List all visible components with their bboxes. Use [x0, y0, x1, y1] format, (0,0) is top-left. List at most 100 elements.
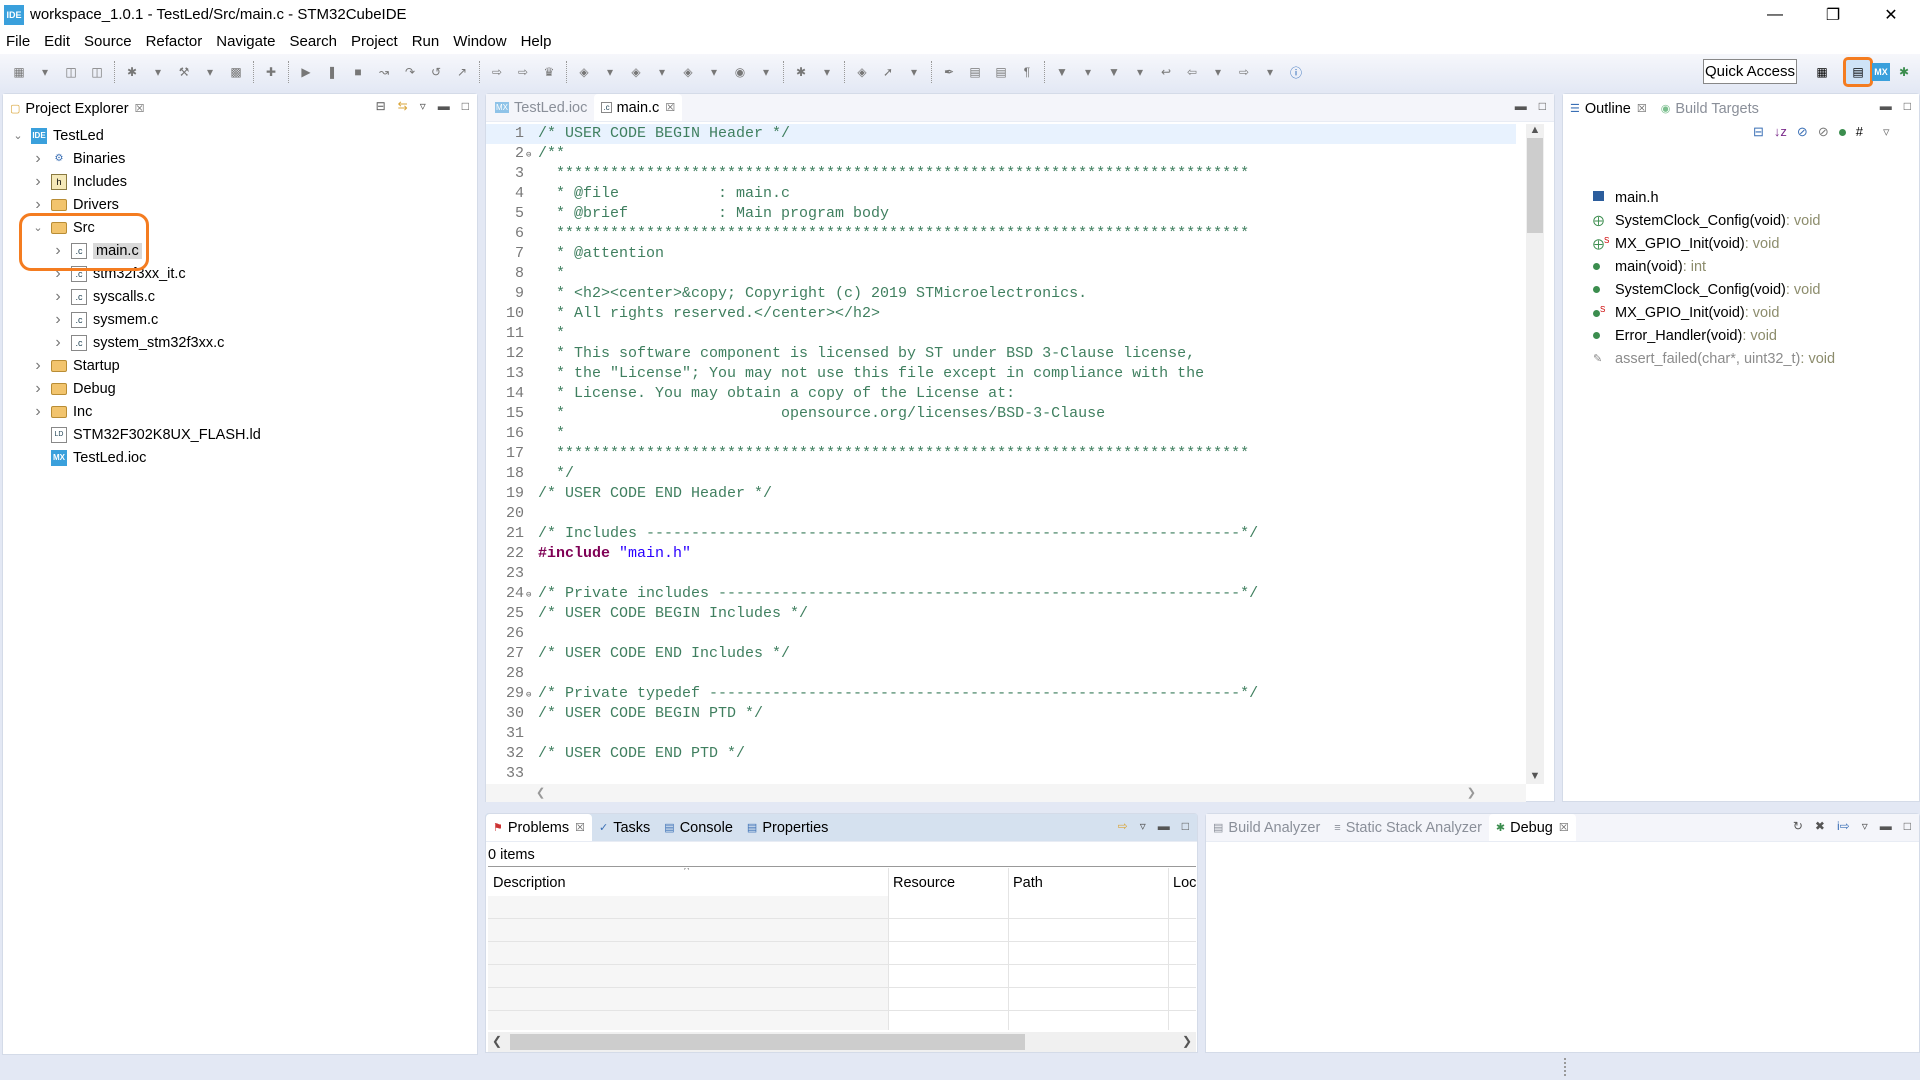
minimize-icon[interactable]: ▬ — [438, 99, 450, 113]
menu-file[interactable]: File — [6, 33, 30, 50]
toolbar-icon-9[interactable]: ▩ — [227, 63, 245, 81]
column-header-description[interactable]: Description — [493, 875, 566, 891]
menu-window[interactable]: Window — [453, 33, 506, 50]
toolbar-icon-39[interactable]: ▾ — [905, 63, 923, 81]
tab-main-c[interactable]: .c main.c ☒ — [594, 94, 683, 121]
scroll-thumb[interactable] — [510, 1034, 1025, 1050]
close-icon[interactable]: ☒ — [1559, 821, 1569, 834]
scroll-thumb[interactable] — [1527, 138, 1543, 233]
toolbar-icon-49[interactable]: ▾ — [1131, 63, 1149, 81]
outline-item[interactable]: ✎ assert_failed(char*, uint32_t) : void — [1593, 347, 1835, 370]
outline-item[interactable]: main(void) : int — [1593, 255, 1706, 278]
tab-outline[interactable]: ☰ Outline ☒ — [1563, 95, 1654, 122]
menu-navigate[interactable]: Navigate — [216, 33, 275, 50]
toolbar-icon-35[interactable]: ▾ — [818, 63, 836, 81]
toolbar-icon-31[interactable]: ◉ — [731, 63, 749, 81]
menu-refactor[interactable]: Refactor — [146, 33, 203, 50]
focus-icon[interactable]: ⇨ — [1118, 819, 1128, 833]
toolbar-icon-38[interactable]: ➚ — [879, 63, 897, 81]
hide-macros-icon[interactable]: # — [1856, 124, 1863, 140]
minimize-icon[interactable]: ▬ — [1515, 99, 1527, 113]
toolbar-icon-2[interactable]: ◫ — [62, 63, 80, 81]
toolbar-icon-13[interactable]: ▶ — [297, 63, 315, 81]
outline-item[interactable]: ⨁ SystemClock_Config(void) : void — [1593, 209, 1821, 232]
toolbar-icon-37[interactable]: ◈ — [853, 63, 871, 81]
tab-static-stack-analyzer[interactable]: ≡ Static Stack Analyzer — [1327, 814, 1489, 841]
column-header-path[interactable]: Path — [1013, 875, 1043, 891]
chevron-right-icon[interactable]: › — [51, 311, 65, 329]
chevron-right-icon[interactable]: › — [51, 334, 65, 352]
close-icon[interactable]: ☒ — [575, 821, 585, 834]
hide-static-icon[interactable]: ⊘ — [1818, 124, 1829, 140]
column-header-loc[interactable]: Loc — [1173, 875, 1196, 891]
tab-debug[interactable]: ✱ Debug ☒ — [1488, 814, 1576, 841]
tree-item-debug[interactable]: › Debug — [31, 377, 115, 400]
toolbar-icon-52[interactable]: ▾ — [1209, 63, 1227, 81]
open-perspective-icon[interactable]: ▦ — [1810, 60, 1834, 84]
toolbar-icon-3[interactable]: ◫ — [88, 63, 106, 81]
toolbar-icon-18[interactable]: ↺ — [427, 63, 445, 81]
tree-item-stm32f302k8ux-flash-ld[interactable]: LD STM32F302K8UX_FLASH.ld — [31, 423, 261, 446]
step-filter-icon[interactable]: i⇨ — [1837, 819, 1850, 833]
toolbar-icon-11[interactable]: ✚ — [262, 63, 280, 81]
toolbar-icon-16[interactable]: ↝ — [375, 63, 393, 81]
tab-build-analyzer[interactable]: ▤ Build Analyzer — [1206, 814, 1327, 841]
fold-icon[interactable]: ⊖ — [526, 685, 538, 705]
chevron-right-icon[interactable]: › — [51, 288, 65, 306]
horizontal-scrollbar[interactable]: ❮ ❯ — [486, 784, 1526, 802]
toolbar-icon-47[interactable]: ▾ — [1079, 63, 1097, 81]
toolbar-icon-0[interactable]: ▦ — [10, 63, 28, 81]
menu-run[interactable]: Run — [412, 33, 440, 50]
toolbar-icon-48[interactable]: ▼ — [1105, 63, 1123, 81]
view-menu-icon[interactable]: ▿ — [420, 99, 426, 113]
toolbar-icon-25[interactable]: ◈ — [575, 63, 593, 81]
tab-build-targets[interactable]: ◉ Build Targets — [1654, 95, 1766, 122]
maximize-icon[interactable]: □ — [1904, 819, 1911, 833]
view-menu-icon[interactable]: ▿ — [1140, 819, 1146, 833]
tree-item-inc[interactable]: › Inc — [31, 400, 92, 423]
toolbar-icon-54[interactable]: ▾ — [1261, 63, 1279, 81]
view-menu-icon[interactable]: ▿ — [1883, 124, 1890, 140]
outline-item[interactable]: S MX_GPIO_Init(void) : void — [1593, 301, 1779, 324]
tab-console[interactable]: ▤ Console — [657, 814, 740, 841]
toolbar-icon-26[interactable]: ▾ — [601, 63, 619, 81]
menu-source[interactable]: Source — [84, 33, 132, 50]
collapse-all-icon[interactable]: ⊟ — [376, 99, 386, 113]
tab-project-explorer[interactable]: ▢ Project Explorer ☒ — [3, 95, 152, 122]
tree-item-syscalls-c[interactable]: › .c syscalls.c — [51, 285, 155, 308]
outline-item[interactable]: ⨁S MX_GPIO_Init(void) : void — [1593, 232, 1779, 255]
outline-item[interactable]: SystemClock_Config(void) : void — [1593, 278, 1821, 301]
tab-testled-ioc[interactable]: MX TestLed.ioc — [488, 94, 594, 121]
chevron-right-icon[interactable]: › — [31, 403, 45, 421]
link-editor-icon[interactable]: ⇆ — [398, 99, 408, 113]
tree-item-startup[interactable]: › Startup — [31, 354, 119, 377]
maximize-icon[interactable]: □ — [1539, 99, 1546, 113]
menu-help[interactable]: Help — [521, 33, 552, 50]
toolbar-icon-46[interactable]: ▼ — [1053, 63, 1071, 81]
minimize-button[interactable]: — — [1746, 0, 1804, 29]
toolbar-icon-41[interactable]: ✒ — [940, 63, 958, 81]
tree-item-sysmem-c[interactable]: › .c sysmem.c — [51, 308, 158, 331]
menu-edit[interactable]: Edit — [44, 33, 70, 50]
menu-project[interactable]: Project — [351, 33, 398, 50]
view-menu-icon[interactable]: ▿ — [1862, 819, 1868, 833]
collapse-all-icon[interactable]: ⊟ — [1753, 124, 1764, 140]
chevron-down-icon[interactable]: ⌄ — [11, 129, 25, 142]
tab-problems[interactable]: ⚑ Problems ☒ — [486, 814, 592, 841]
close-icon[interactable]: ☒ — [1637, 102, 1647, 115]
mx-perspective-icon[interactable]: MX — [1872, 63, 1890, 81]
debug-perspective-icon[interactable]: ✱ — [1892, 60, 1916, 84]
relaunch-icon[interactable]: ↻ — [1793, 819, 1803, 833]
toolbar-icon-22[interactable]: ⇨ — [514, 63, 532, 81]
close-icon[interactable]: ☒ — [665, 101, 675, 114]
sort-icon[interactable]: ↓z — [1774, 124, 1787, 140]
chevron-right-icon[interactable]: › — [31, 196, 45, 214]
toolbar-icon-28[interactable]: ▾ — [653, 63, 671, 81]
chevron-right-icon[interactable]: › — [31, 150, 45, 168]
tree-item-system-stm32f3xx-c[interactable]: › .c system_stm32f3xx.c — [51, 331, 224, 354]
toolbar-icon-19[interactable]: ↗ — [453, 63, 471, 81]
quick-access-input[interactable]: Quick Access — [1703, 59, 1797, 84]
toolbar-icon-34[interactable]: ✱ — [792, 63, 810, 81]
toolbar-icon-15[interactable]: ■ — [349, 63, 367, 81]
outline-item[interactable]: Error_Handler(void) : void — [1593, 324, 1777, 347]
